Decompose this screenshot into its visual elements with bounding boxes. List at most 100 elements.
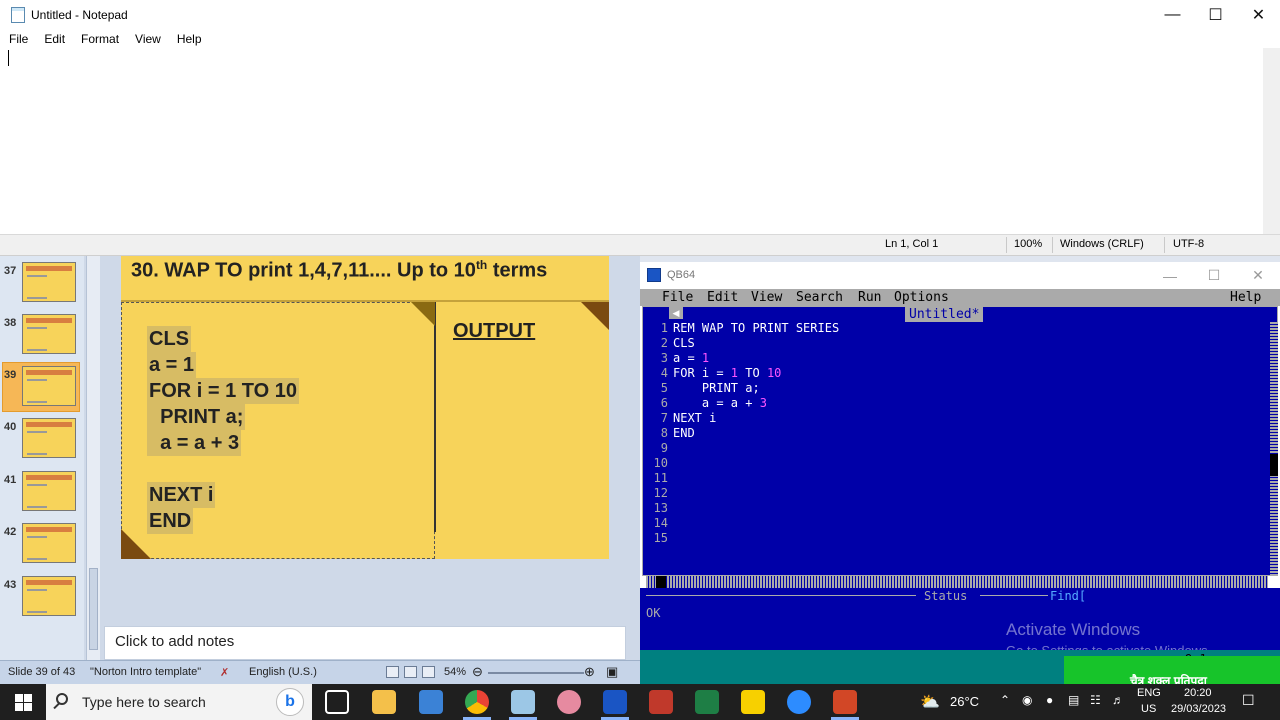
slide-thumbnail-37[interactable] (22, 262, 76, 302)
notepad-taskbar-icon[interactable] (511, 690, 535, 714)
slide-title: 30. WAP TO print 1,4,7,11.... Up to 10th… (131, 258, 548, 282)
language-status[interactable]: English (U.S.) (249, 666, 317, 678)
code-line: 13 (653, 501, 668, 515)
qb64-app-icon (647, 268, 661, 282)
windows-start-icon[interactable] (0, 684, 46, 720)
weather-icon[interactable]: ⛅ (920, 692, 940, 712)
qb-menu-help[interactable]: Help (1230, 289, 1261, 306)
file-explorer-icon[interactable] (372, 690, 396, 714)
tray-overflow-icon[interactable]: ⌃ (1000, 693, 1010, 707)
notepad-vertical-scrollbar[interactable] (1263, 48, 1280, 234)
notes-pane[interactable]: Click to add notes (104, 626, 626, 660)
status-encoding: UTF-8 (1173, 238, 1205, 250)
notepad-menubar: File Edit Format View Help (0, 30, 209, 48)
menu-format[interactable]: Format (72, 30, 126, 48)
language-code[interactable]: ENG (1137, 687, 1161, 699)
notifications-icon[interactable]: ☐ (1242, 692, 1255, 709)
qb64-taskbar-icon[interactable] (603, 690, 627, 714)
menu-file[interactable]: File (0, 30, 35, 48)
status-text: OK (646, 606, 661, 620)
notepad-text-area[interactable] (0, 48, 1280, 234)
zoom-in-icon[interactable]: ⊕ (584, 664, 595, 680)
camera-icon[interactable]: ◉ (1022, 693, 1032, 707)
slide-thumbnail-39[interactable] (22, 366, 76, 406)
thumbnail-scrollbar[interactable] (86, 256, 100, 660)
code-line: 2 CLS (660, 336, 695, 350)
menu-edit[interactable]: Edit (35, 30, 72, 48)
powerpoint-taskbar-icon[interactable] (833, 690, 857, 714)
find-field[interactable]: Find[ (1050, 589, 1086, 603)
network-icon[interactable]: ▤ (1068, 693, 1079, 707)
close-icon[interactable]: ✕ (1237, 0, 1280, 30)
slide-thumbnail-41[interactable] (22, 471, 76, 511)
store-icon[interactable] (419, 690, 443, 714)
zoom-out-icon[interactable]: ⊖ (472, 664, 483, 680)
close-icon[interactable]: ✕ (1236, 262, 1280, 289)
clock-date[interactable]: 29/03/2023 (1171, 703, 1226, 715)
volume-icon[interactable]: ♬ (1112, 693, 1124, 707)
menu-view[interactable]: View (126, 30, 168, 48)
slide-code-line: NEXT i (147, 482, 216, 508)
qb-menu-run[interactable]: Run (858, 289, 881, 306)
normal-view-button[interactable] (386, 666, 399, 678)
clock-time[interactable]: 20:20 (1184, 687, 1212, 699)
slideshow-button[interactable] (422, 666, 435, 678)
code-line: 7 NEXT i (660, 411, 717, 425)
menu-help[interactable]: Help (168, 30, 209, 48)
wifi-icon[interactable]: ☷ (1090, 693, 1101, 707)
notepad-window-controls: — ☐ ✕ (1151, 0, 1280, 30)
code-line: 14 (653, 516, 668, 530)
slide-code-line: a = a + 3 (147, 430, 242, 456)
zoom-slider[interactable] (488, 672, 584, 674)
excel-icon[interactable] (695, 690, 719, 714)
code-line: 8 END (660, 426, 695, 440)
task-view-icon[interactable] (325, 690, 349, 714)
search-icon (56, 693, 68, 705)
fit-slide-icon[interactable]: ▣ (606, 664, 618, 680)
slide-canvas[interactable]: 30. WAP TO print 1,4,7,11.... Up to 10th… (121, 256, 609, 559)
notepad-window: Untitled - Notepad — ☐ ✕ File Edit Forma… (0, 0, 1280, 256)
qb-menu-edit[interactable]: Edit (707, 289, 738, 306)
qb-menu-search[interactable]: Search (796, 289, 843, 306)
qb64-horizontal-scrollbar[interactable] (646, 576, 1268, 588)
zoom-level[interactable]: 54% (444, 666, 466, 678)
slide-sorter-button[interactable] (404, 666, 417, 678)
text-caret (8, 50, 9, 66)
qb64-window: QB64 — ☐ ✕ File Edit View Search Run Opt… (640, 262, 1280, 684)
weather-temp[interactable]: 26°C (950, 694, 979, 709)
spellcheck-icon[interactable]: ✗ (220, 666, 229, 679)
slide-thumbnail-38[interactable] (22, 314, 76, 354)
taskbar-search-box[interactable]: Type here to search b (46, 684, 312, 720)
slide-thumbnail-40[interactable] (22, 418, 76, 458)
minimize-icon[interactable]: — (1151, 0, 1194, 30)
scroll-left-icon[interactable]: ◀ (669, 307, 683, 319)
minimize-icon[interactable]: — (1148, 262, 1192, 289)
qb64-vertical-scrollbar[interactable] (1270, 322, 1278, 576)
maximize-icon[interactable]: ☐ (1194, 0, 1237, 30)
sticky-notes-icon[interactable] (741, 690, 765, 714)
thumb-number: 39 (4, 369, 17, 381)
qb-menu-options[interactable]: Options (894, 289, 949, 306)
qb64-title: QB64 (667, 269, 696, 281)
qb64-menubar: File Edit View Search Run Options Help (640, 289, 1280, 306)
chrome-icon[interactable] (465, 690, 489, 714)
language-region[interactable]: US (1141, 703, 1156, 715)
thumb-number: 40 (4, 421, 17, 433)
slide-thumbnail-42[interactable] (22, 523, 76, 563)
qb64-editor[interactable]: ◀ Untitled* 1 REM WAP TO PRINT SERIES 2 CL… (642, 306, 1278, 576)
slide-code-line: CLS (147, 326, 191, 352)
maximize-icon[interactable]: ☐ (1192, 262, 1236, 289)
dev-cpp-icon[interactable] (649, 690, 673, 714)
microphone-icon[interactable]: ● (1046, 693, 1053, 707)
zoom-icon[interactable] (787, 690, 811, 714)
slide-title-band: 30. WAP TO print 1,4,7,11.... Up to 10th… (121, 256, 609, 302)
slide-corner-decoration (411, 302, 435, 326)
qb64-titlebar: QB64 — ☐ ✕ (640, 262, 1280, 289)
qb-menu-file[interactable]: File (662, 289, 693, 306)
notepad-app-icon (11, 7, 25, 23)
notepad-title: Untitled - Notepad (31, 8, 128, 22)
paint-icon[interactable] (557, 690, 581, 714)
qb-menu-view[interactable]: View (751, 289, 782, 306)
slide-thumbnail-43[interactable] (22, 576, 76, 616)
bing-icon[interactable]: b (276, 688, 304, 716)
